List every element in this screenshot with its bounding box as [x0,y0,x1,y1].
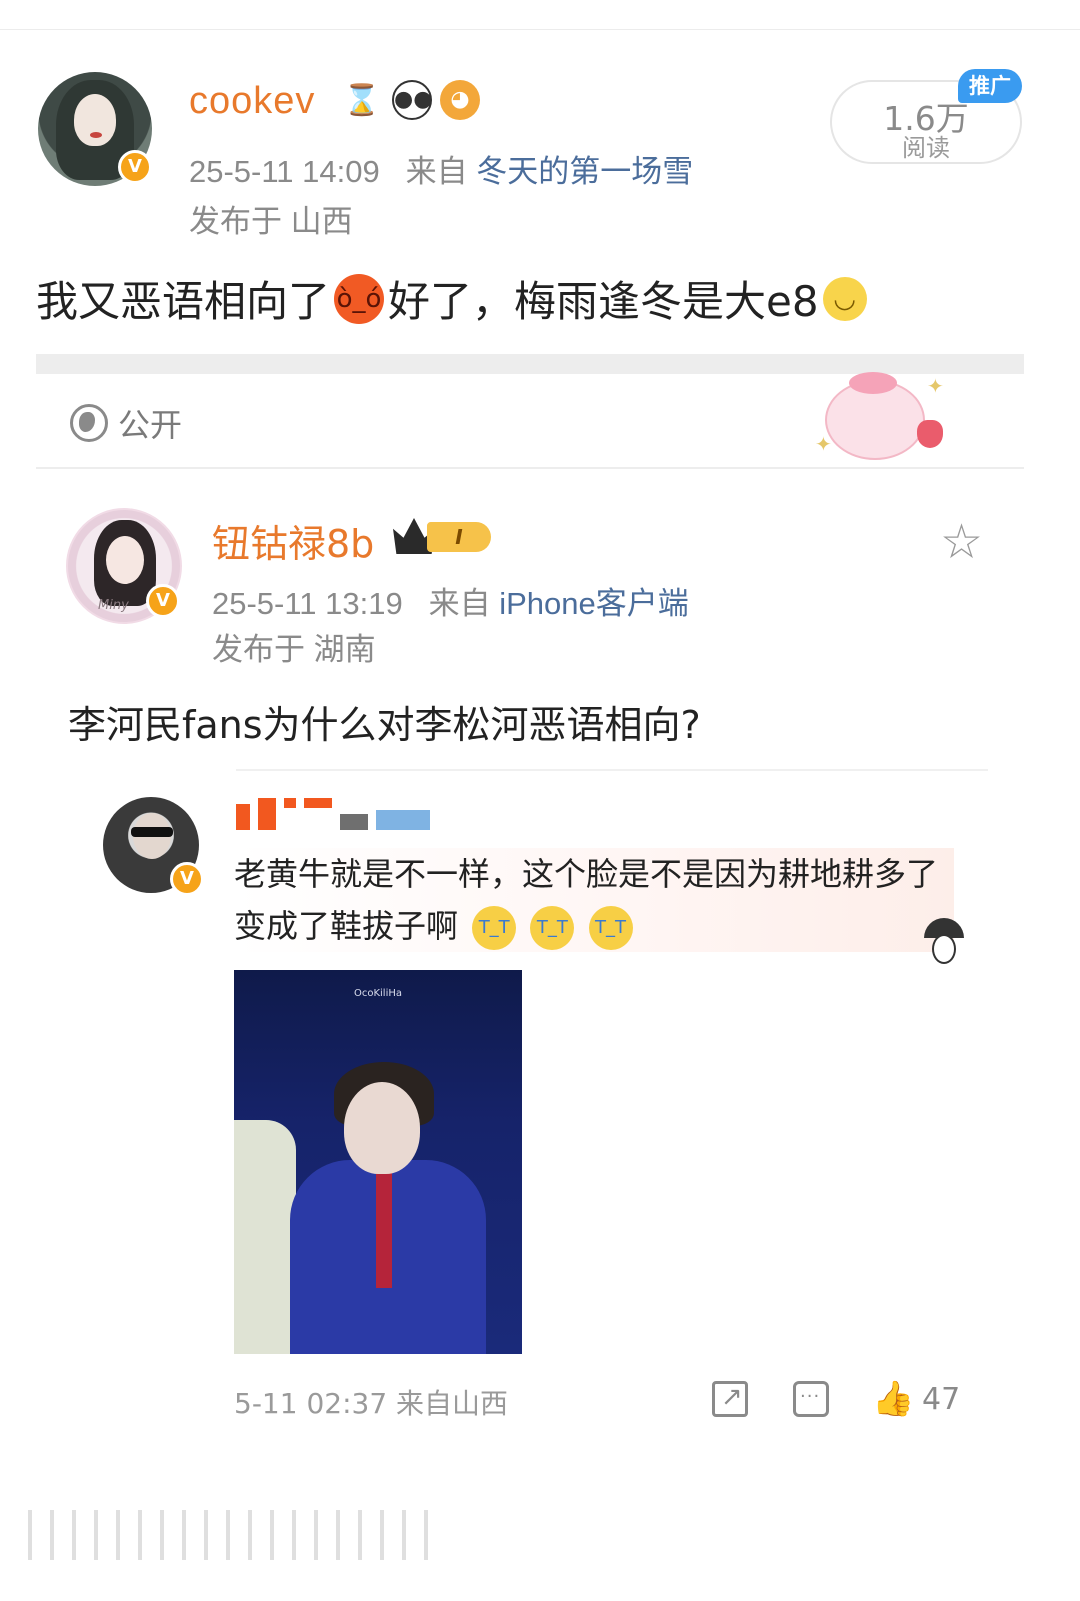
top-strip [0,0,1080,30]
crying-emoji-icon: T_T [530,906,575,950]
read-label: 阅读 [902,134,950,162]
post-location: 发布于 山西 [189,204,353,239]
like-icon[interactable]: 👍 [872,1381,914,1417]
quoted-source-prefix: 来自 [428,586,491,621]
reply-text: 老黄牛就是不一样，这个脸是不是因为耕地耕多了变成了鞋拔子啊 T_T T_T T_… [234,848,954,952]
quoted-username[interactable]: 钮钴禄8b [212,513,374,568]
quoted-location: 发布于 湖南 [212,632,376,667]
post-text-part1: 我又恶语相向了 [36,277,331,326]
umbrella-sticker [900,918,970,968]
like-count: 47 [922,1382,961,1417]
crying-emoji-icon: T_T [472,906,517,950]
post-text-part2: 好了，梅雨逢冬是大e8 [388,277,819,326]
visibility-label: 公开 [118,406,183,444]
post-source-link[interactable]: 冬天的第一场雪 [476,154,693,189]
reply-photo[interactable]: OcoKiliHa [234,970,522,1354]
panda-icon[interactable]: ●● [392,80,432,120]
post-text: 我又恶语相向了 ò_ó 好了，梅雨逢冬是大e8 ◡ [36,268,871,329]
post-meta: 25-5-11 14:09 来自 冬天的第一场雪 [189,146,693,191]
user-badges: ⌛ ●● ◕ [340,80,480,122]
author-username[interactable]: cookev [189,80,315,123]
quoted-timestamp: 25-5-11 13:19 [212,586,403,621]
shush-emoji-icon: ◡ [822,276,867,321]
post-timestamp: 25-5-11 14:09 [189,154,380,189]
crying-emoji-icon: T_T [588,906,633,950]
visibility-row[interactable]: 公开 [70,400,182,446]
photo-watermark: OcoKiliHa [353,988,403,999]
blurred-footer [28,1510,428,1560]
globe-icon [70,404,108,442]
verified-badge-icon: V [146,584,180,618]
quoted-source-link[interactable]: iPhone客户端 [499,586,689,621]
verified-badge-icon: V [118,150,152,184]
share-icon[interactable] [712,1381,748,1417]
divider [36,467,1024,469]
reply-text-content: 老黄牛就是不一样，这个脸是不是因为耕地耕多了变成了鞋拔子啊 [234,855,939,945]
favorite-star-icon[interactable]: ☆ [940,518,983,566]
angry-emoji-icon: ò_ó [334,273,385,324]
verified-badge-icon: V [170,862,204,896]
hourglass-icon[interactable]: ⌛ [340,80,384,122]
promo-tag[interactable]: 推广 [958,69,1022,103]
member-crown-icon[interactable]: I [393,516,497,556]
source-prefix: 来自 [405,154,468,189]
comment-icon[interactable] [793,1381,829,1417]
quoted-meta: 25-5-11 13:19 来自 iPhone客户端 [212,578,689,623]
section-divider [36,354,1024,374]
reply-username-censored[interactable] [236,798,430,830]
reply-meta: 5-11 02:37 来自山西 [234,1387,509,1420]
member-level: I [427,522,491,552]
divider [236,769,988,771]
fish-icon[interactable]: ◕ [440,80,480,120]
quoted-title: 李河民fans为什么对李松河恶语相向? [68,703,701,747]
bunny-sticker: ✦ ✦ [815,372,955,466]
